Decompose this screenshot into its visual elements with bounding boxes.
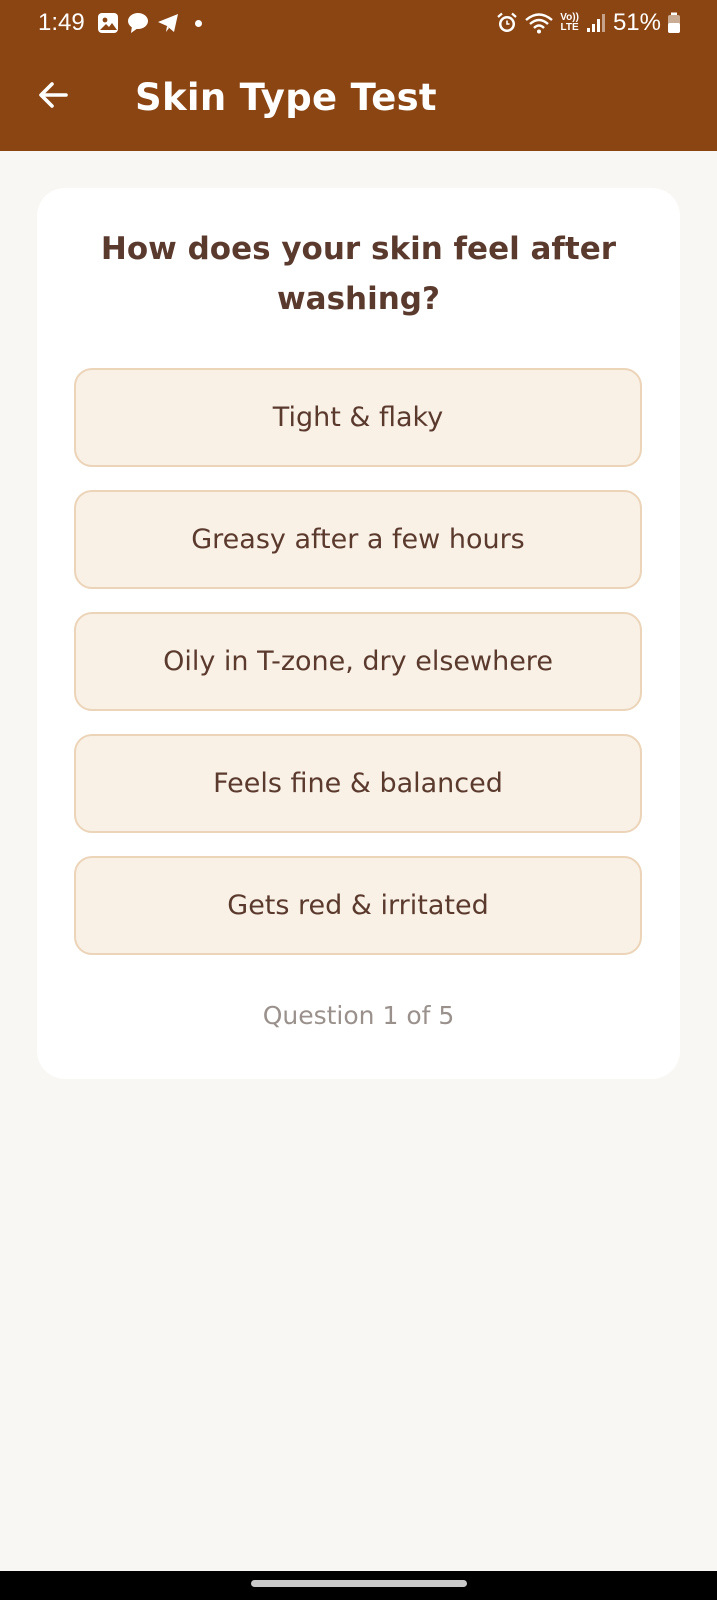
volte-label-bottom: LTE: [560, 22, 579, 33]
notification-dot: [194, 19, 202, 27]
answer-option-label: Tight & flaky: [272, 402, 444, 433]
question-card: How does your skin feel after washing? T…: [37, 188, 680, 1079]
home-gesture-handle[interactable]: [251, 1580, 467, 1587]
chat-icon: [127, 12, 149, 34]
answer-options: Tight & flaky Greasy after a few hours O…: [74, 368, 642, 978]
signal-icon: [585, 12, 607, 34]
alarm-icon: [496, 12, 518, 34]
battery-percent: 51%: [612, 9, 661, 36]
back-button[interactable]: [30, 74, 76, 120]
volte-icon: Vo)) LTE: [560, 13, 579, 33]
status-bar: 1:49 Vo)) LTE 51%: [0, 0, 717, 44]
app-bar: Skin Type Test: [0, 44, 717, 151]
telegram-icon: [157, 12, 179, 34]
battery-icon: [667, 12, 681, 34]
wifi-icon: [524, 12, 554, 34]
answer-option[interactable]: Tight & flaky: [74, 368, 642, 467]
page-title: Skin Type Test: [135, 75, 437, 119]
answer-option-label: Greasy after a few hours: [191, 524, 525, 555]
gallery-icon: [97, 12, 119, 34]
status-left: 1:49: [38, 9, 202, 37]
answer-option-label: Feels fine & balanced: [213, 768, 503, 799]
answer-option[interactable]: Oily in T-zone, dry elsewhere: [74, 612, 642, 711]
arrow-left-icon: [36, 78, 70, 116]
question-text: How does your skin feel after washing?: [100, 231, 617, 317]
system-nav-bar: [0, 1571, 717, 1600]
answer-option-label: Gets red & irritated: [227, 890, 489, 921]
status-right: Vo)) LTE 51%: [496, 9, 681, 37]
answer-option[interactable]: Feels fine & balanced: [74, 734, 642, 833]
answer-option[interactable]: Greasy after a few hours: [74, 490, 642, 589]
question-progress: Question 1 of 5: [262, 1001, 455, 1030]
answer-option-label: Oily in T-zone, dry elsewhere: [163, 646, 553, 677]
answer-option[interactable]: Gets red & irritated: [74, 856, 642, 955]
status-time: 1:49: [38, 9, 85, 36]
